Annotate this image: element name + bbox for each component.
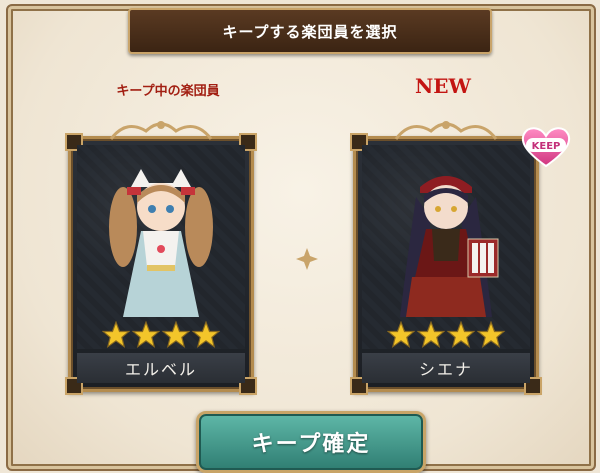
- dialog-title-plate: キープする楽団員を選択: [128, 8, 492, 54]
- new-member-card[interactable]: シエナ: [350, 121, 542, 395]
- confirm-keep-button-label: キープ確定: [251, 432, 371, 457]
- star-icon: [162, 321, 190, 349]
- star-icon: [417, 321, 445, 349]
- new-member-label: NEW: [415, 74, 471, 98]
- keep-selection-dialog: キープする楽団員を選択 キープ中の楽団員 NEW エルベル シエナ KEEP キ…: [6, 4, 596, 473]
- ornament-crest-icon: [394, 121, 498, 140]
- ornament-crest-icon: [109, 121, 213, 140]
- star-icon: [477, 321, 505, 349]
- star-icon: [102, 321, 130, 349]
- current-member-card[interactable]: エルベル: [65, 121, 257, 395]
- star-icon: [387, 321, 415, 349]
- character-portrait-elbell: [109, 169, 213, 317]
- star-icon: [132, 321, 160, 349]
- dialog-title: キープする楽団員を選択: [222, 22, 398, 41]
- diamond-divider-icon: [296, 248, 318, 270]
- new-rarity-stars: [356, 321, 536, 349]
- current-rarity-stars: [71, 321, 251, 349]
- current-member-label: キープ中の楽団員: [116, 84, 220, 99]
- new-member-name: シエナ: [418, 360, 473, 379]
- character-portrait-siena: [400, 176, 499, 317]
- new-name-bar: シエナ: [362, 353, 530, 383]
- confirm-keep-button[interactable]: キープ確定: [196, 411, 426, 473]
- current-name-bar: エルベル: [77, 353, 245, 383]
- keep-heart-icon[interactable]: KEEP: [518, 122, 574, 168]
- keep-badge-label: KEEP: [532, 141, 561, 152]
- star-icon: [192, 321, 220, 349]
- current-member-name: エルベル: [124, 360, 197, 379]
- star-icon: [447, 321, 475, 349]
